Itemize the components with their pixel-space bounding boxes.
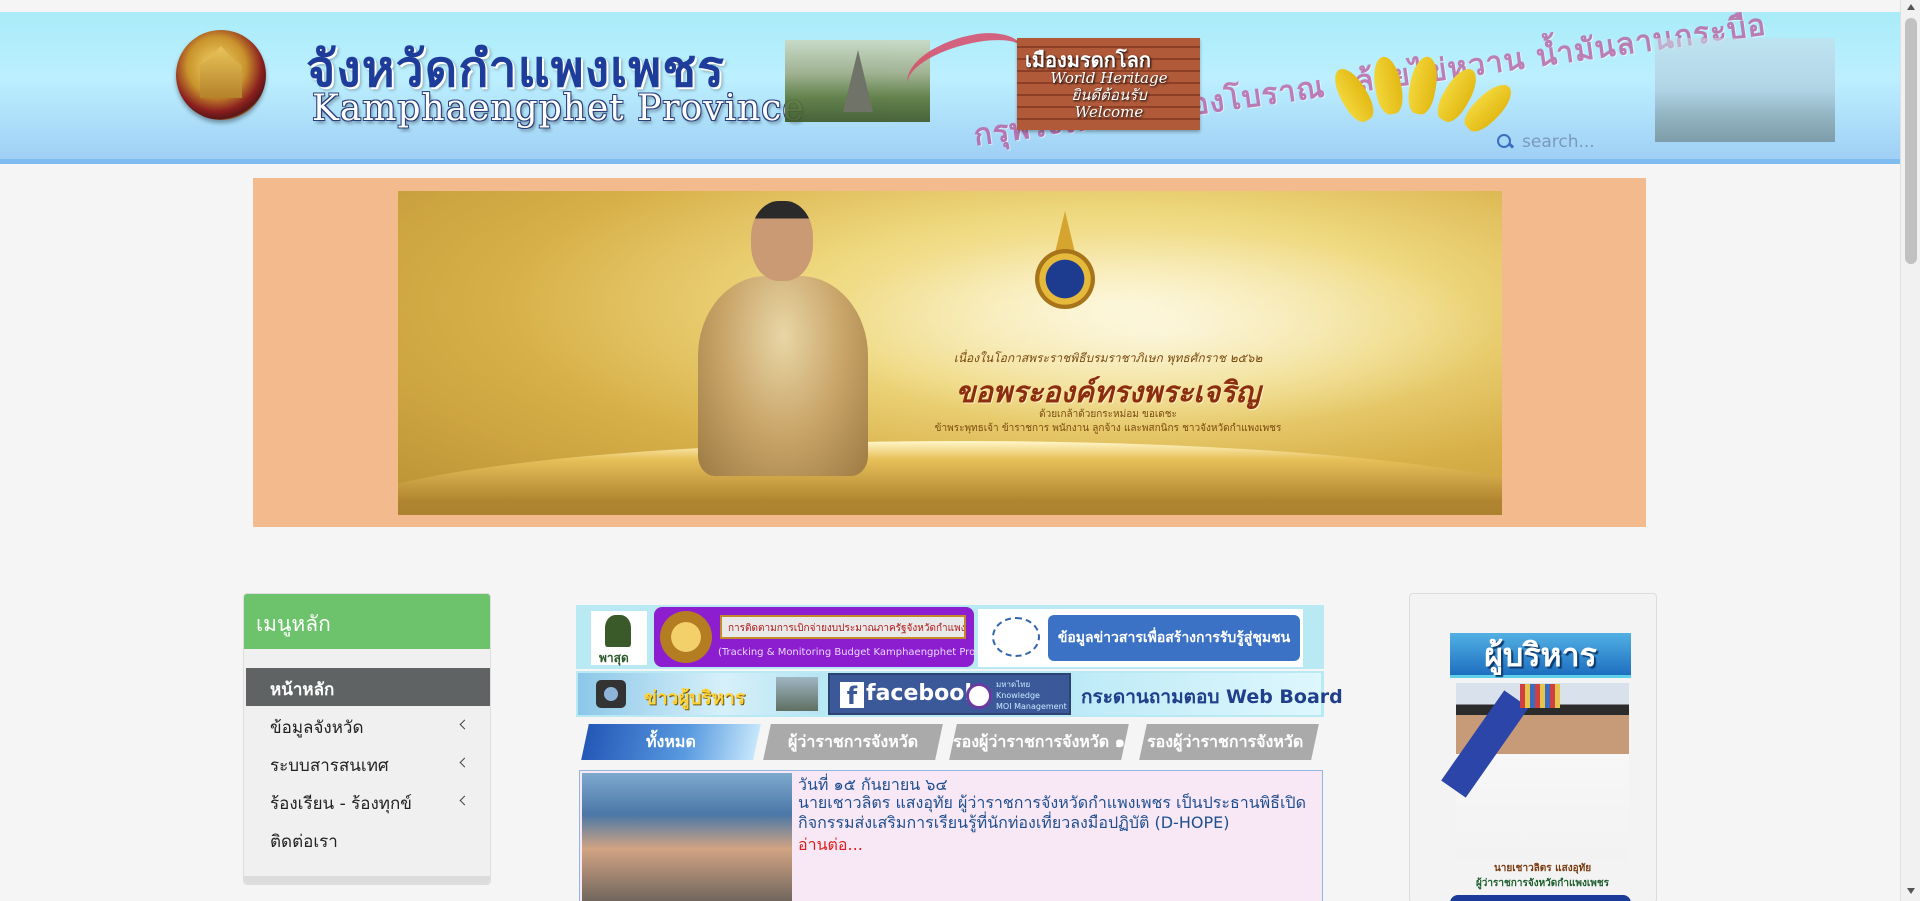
banner-subline: ด้วยเกล้าด้วยกระหม่อม ขอเดชะ <box>1039 409 1177 420</box>
landscape-photo <box>1655 38 1835 142</box>
community-info-button[interactable]: ข้อมูลข่าวสารเพื่อสร้างการรับรู้สู่ชุมชน <box>1048 615 1300 661</box>
km-icon <box>966 683 992 709</box>
site-header: จังหวัดกำแพงเพชร Kamphaengphet Province … <box>0 12 1900 164</box>
news-tabs: ทั้งหมด ผู้ว่าราชการจังหวัด รองผู้ว่าราช… <box>581 724 1321 787</box>
menu-item-contact[interactable]: ติดต่อเรา <box>246 820 490 858</box>
menu-item-home[interactable]: หน้าหลัก <box>246 668 490 706</box>
community-info-panel: ข้อมูลข่าวสารเพื่อสร้างการรับรู้สู่ชุมชน <box>978 609 1303 667</box>
page-scrollbar[interactable] <box>1900 0 1920 901</box>
governor-name: นายเชาวลิตร แสงอุทัย <box>1493 863 1592 874</box>
pasud-link[interactable]: พาสุด <box>591 611 647 665</box>
heritage-subtitle: World Heritage <box>1050 69 1168 87</box>
banner-signature: ข้าพระพุทธเจ้า ข้าราชการ พนักงาน ลูกจ้าง… <box>934 423 1282 434</box>
camera-icon <box>596 680 626 708</box>
heritage-welcome-th: ยินดีต้อนรับ <box>1071 86 1147 104</box>
tab-vice-governor-1[interactable]: รองผู้ว่าราชการจังหวัด ๑ <box>949 724 1129 760</box>
site-title-english: Kamphaengphet Province <box>312 88 805 129</box>
governor-medals <box>1520 684 1560 708</box>
menu-item-information-systems[interactable]: ระบบสารสนเทศ <box>246 744 490 782</box>
tab-label: ทั้งหมด <box>646 732 696 751</box>
chevron-left-icon <box>459 719 470 730</box>
banner-occasion: เนื่องในโอกาสพระราชพิธีบรมราชาภิเษก พุทธ… <box>953 351 1263 365</box>
km-label-line1: มหาดไทย Knowledge <box>996 680 1040 700</box>
scroll-up-icon[interactable] <box>1907 4 1915 10</box>
scroll-thumb[interactable] <box>1905 18 1917 264</box>
tab-vice-governor-2[interactable]: รองผู้ว่าราชการจังหวัด ๒ <box>1139 724 1319 787</box>
chevron-left-icon <box>459 757 470 768</box>
km-label-line2: MOI Management <box>996 702 1067 711</box>
people-icon <box>992 617 1040 657</box>
executive-next-item <box>1450 895 1631 901</box>
news-item: วันที่ ๑๕ กันยายน ๖๔ นายเชาวลิตร แสงอุทั… <box>579 770 1323 901</box>
budget-tracking-link[interactable]: การติดตามการเบิกจ่ายงบประมาณภาครัฐจังหวั… <box>654 607 1006 667</box>
king-portrait <box>693 201 873 476</box>
banana-illustration <box>1327 52 1519 138</box>
menu-item-province-info[interactable]: ข้อมูลจังหวัด <box>246 706 490 744</box>
quicklinks-row-1: พาสุด การติดตามการเบิกจ่ายงบประมาณภาครัฐ… <box>576 605 1324 669</box>
farmer-icon <box>605 615 631 647</box>
news-photo[interactable] <box>582 773 792 901</box>
provincial-seal-icon <box>660 611 712 663</box>
facebook-link[interactable]: f facebook มหาดไทย Knowledge MOI Managem… <box>828 673 1071 715</box>
budget-tracking-title: การติดตามการเบิกจ่ายงบประมาณภาครัฐจังหวั… <box>720 615 966 639</box>
search-input[interactable] <box>1522 132 1632 152</box>
km-label: มหาดไทย Knowledge MOI Management <box>996 679 1069 712</box>
world-heritage-badge: เมืองมรดกโลก World Heritage ยินดีต้อนรับ… <box>1017 38 1200 130</box>
executive-news-link[interactable]: ข่าวผู้บริหาร <box>578 673 820 715</box>
executive-news-thumbnail <box>776 677 818 711</box>
news-headline: นายเชาวลิตร แสงอุทัย ผู้ว่าราชการจังหวัด… <box>798 793 1306 832</box>
executive-heading: ผู้บริหาร <box>1450 633 1631 678</box>
menu-item-label: ติดต่อเรา <box>270 832 338 852</box>
webboard-link[interactable]: กระดานถามตอบ Web Board <box>1073 673 1343 715</box>
executive-panel: ผู้บริหาร นายเชาวลิตร แสงอุทัย ผู้ว่าราช… <box>1409 593 1657 901</box>
facebook-icon: f <box>840 682 864 710</box>
royal-banner: เนื่องในโอกาสพระราชพิธีบรมราชาภิเษก พุทธ… <box>398 191 1502 515</box>
main-menu: เมนูหลัก หน้าหลัก ข้อมูลจังหวัด ระบบสารส… <box>243 593 491 885</box>
executive-news-label: ข่าวผู้บริหาร <box>644 687 746 709</box>
tab-all[interactable]: ทั้งหมด <box>581 724 761 760</box>
pasud-label: พาสุด <box>599 651 629 665</box>
decorative-ribbon <box>900 25 1030 109</box>
tab-label: ผู้ว่าราชการจังหวัด <box>787 732 919 751</box>
menu-item-label: ระบบสารสนเทศ <box>270 756 389 776</box>
main-menu-heading: เมนูหลัก <box>244 594 490 649</box>
royal-emblem-icon <box>1025 211 1105 321</box>
search-box <box>1496 132 1632 152</box>
menu-item-label: ข้อมูลจังหวัด <box>270 718 364 738</box>
read-more-link[interactable]: อ่านต่อ... <box>798 833 863 858</box>
governor-role: ผู้ว่าราชการจังหวัดกำแพงเพชร <box>1475 878 1610 889</box>
scroll-down-icon[interactable] <box>1907 888 1915 894</box>
facebook-label: facebook <box>866 681 979 706</box>
heritage-welcome-en: Welcome <box>1074 103 1144 121</box>
menu-item-label: ร้องเรียน - ร้องทุกข์ <box>270 794 412 814</box>
menu-footer <box>244 876 490 884</box>
royal-banner-frame: เนื่องในโอกาสพระราชพิธีบรมราชาภิเษก พุทธ… <box>253 178 1646 527</box>
menu-item-label: หน้าหลัก <box>270 680 335 700</box>
provincial-seal-icon[interactable] <box>176 30 266 120</box>
menu-list: หน้าหลัก ข้อมูลจังหวัด ระบบสารสนเทศ ร้อง… <box>246 668 490 858</box>
top-strip <box>0 0 1900 12</box>
budget-tracking-subtitle: (Tracking & Monitoring Budget Kamphaengp… <box>718 647 1006 658</box>
tab-governor[interactable]: ผู้ว่าราชการจังหวัด <box>763 724 943 760</box>
tab-label: รองผู้ว่าราชการจังหวัด ๑ <box>953 732 1125 751</box>
search-icon[interactable] <box>1496 133 1514 151</box>
chevron-left-icon <box>459 795 470 806</box>
webboard-label: กระดานถามตอบ Web Board <box>1081 686 1343 708</box>
menu-item-complaints[interactable]: ร้องเรียน - ร้องทุกข์ <box>246 782 490 820</box>
quicklinks-row-2: ข่าวผู้บริหาร f facebook มหาดไทย Knowled… <box>576 671 1343 717</box>
